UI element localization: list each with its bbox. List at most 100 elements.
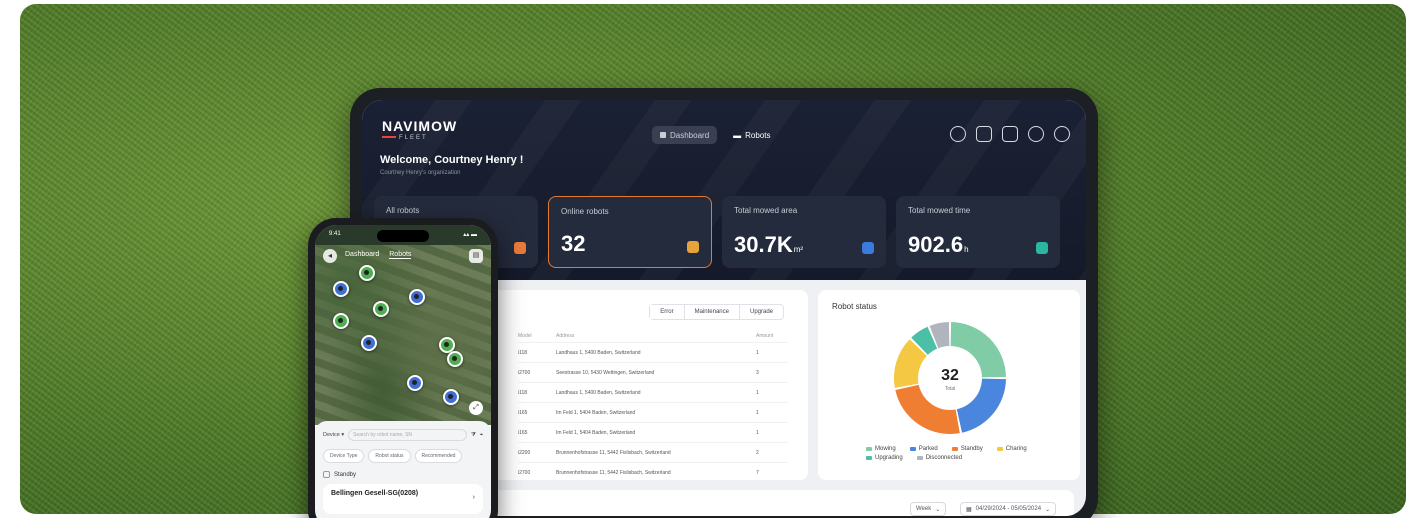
robot-list-sheet: Device ▾ Search by robot name, SN ⧩ ⌖ De… bbox=[315, 421, 491, 518]
table-cell: Landhaus 1, 5400 Baden, Switzerland bbox=[556, 389, 641, 396]
legend-label: Charing bbox=[1005, 446, 1027, 452]
legend-label: Disconnected bbox=[925, 455, 963, 461]
chip-device-type[interactable]: Device Type bbox=[323, 449, 365, 463]
table-cell: 3 bbox=[756, 369, 759, 376]
table-cell: Seestrasse 10, 5430 Wettingen, Switzerla… bbox=[556, 369, 655, 376]
help-icon[interactable] bbox=[1028, 126, 1044, 142]
legend-label: Upgrading bbox=[875, 455, 903, 461]
robot-list-item[interactable]: Bellingen Gesell-SG(0208) › bbox=[323, 484, 483, 514]
calendar-icon[interactable] bbox=[976, 126, 992, 142]
chip-robot-status[interactable]: Robot status bbox=[368, 449, 411, 463]
search-input[interactable]: Search by robot name, SN bbox=[348, 429, 467, 441]
robot-map-pin[interactable] bbox=[361, 335, 377, 351]
legend-item[interactable]: Mowing bbox=[866, 446, 896, 452]
time-stat-icon bbox=[1036, 242, 1048, 254]
package-icon[interactable] bbox=[950, 126, 966, 142]
map-icon[interactable]: ⌖ bbox=[480, 432, 483, 439]
robot-map-pin[interactable] bbox=[443, 389, 459, 405]
period-select[interactable]: Week ⌄ bbox=[910, 502, 947, 516]
robot-name: Bellingen Gesell-SG(0208) bbox=[331, 490, 419, 497]
legend-swatch bbox=[909, 447, 916, 451]
phone-tabs: Dashboard Robots bbox=[345, 251, 412, 259]
message-icon[interactable] bbox=[1002, 126, 1018, 142]
chevron-down-icon: ⌄ bbox=[1045, 506, 1051, 513]
date-range-picker[interactable]: ▦ 04/29/2024 - 05/05/2024 ⌄ bbox=[960, 502, 1057, 516]
legend-item[interactable]: Parked bbox=[909, 446, 938, 452]
filter-upgrade[interactable]: Upgrade bbox=[740, 305, 783, 319]
legend-swatch bbox=[916, 456, 923, 460]
legend-swatch bbox=[996, 447, 1003, 451]
legend-label: Standby bbox=[960, 446, 983, 452]
table-cell: i165 bbox=[518, 409, 528, 416]
status-time: 9:41 bbox=[329, 231, 341, 237]
chevron-right-icon: › bbox=[472, 494, 475, 501]
legend-item[interactable]: Charing bbox=[996, 446, 1027, 452]
stat-mowed-time[interactable]: Total mowed time 902.6h bbox=[896, 196, 1060, 268]
back-icon[interactable]: ◂ bbox=[323, 249, 337, 263]
table-row[interactable]: i2200 Brunnenhofstrasse 11, 5442 Fislisba… bbox=[518, 442, 788, 462]
legend-item[interactable]: Disconnected bbox=[916, 455, 963, 461]
table-row[interactable]: i2700 Brunnenhofstrasse 11, 5442 Fislisba… bbox=[518, 462, 788, 482]
table-cell: i118 bbox=[518, 389, 528, 396]
robot-map-pin[interactable] bbox=[409, 289, 425, 305]
logo-sub-text: FLEET bbox=[399, 135, 428, 141]
robot-icon: ▬ bbox=[733, 130, 742, 140]
donut-total: 32 bbox=[941, 367, 959, 384]
robot-map-pin[interactable] bbox=[333, 281, 349, 297]
robot-map-pin[interactable] bbox=[359, 265, 375, 281]
table-row[interactable]: i165 Im Feld 1, 5404 Baden, Switzerland 1 bbox=[518, 422, 788, 442]
robot-map-pin[interactable] bbox=[447, 351, 463, 367]
table-cell: 2 bbox=[756, 449, 759, 456]
expand-map-icon[interactable]: ⤢ bbox=[469, 401, 483, 415]
logo-text: NAVIMOW bbox=[382, 118, 458, 134]
tab-robots[interactable]: ▬ Robots bbox=[725, 126, 778, 144]
phone-tab-dashboard[interactable]: Dashboard bbox=[345, 251, 379, 259]
legend-swatch bbox=[866, 456, 872, 460]
dashboard-icon bbox=[660, 132, 666, 138]
legend-label: Mowing bbox=[875, 446, 896, 452]
table-row[interactable]: i118 Landhaus 1, 5400 Baden, Switzerland 1 bbox=[518, 382, 788, 402]
table-row[interactable]: i2700 Seestrasse 10, 5430 Wettingen, Swit… bbox=[518, 362, 788, 382]
logo-accent bbox=[382, 136, 396, 139]
table-cell: Landhaus 1, 5400 Baden, Switzerland bbox=[556, 349, 641, 356]
table-cell: i118 bbox=[518, 349, 528, 356]
alert-filter: Error Maintenance Upgrade bbox=[649, 304, 784, 320]
table-cell: 1 bbox=[756, 389, 759, 396]
standby-group[interactable]: Standby bbox=[323, 471, 483, 478]
table-cell: Im Feld 1, 5404 Baden, Switzerland bbox=[556, 409, 636, 416]
table-cell: Brunnenhofstrasse 11, 5442 Fislisbach, S… bbox=[556, 449, 671, 456]
main-nav: Dashboard ▬ Robots bbox=[652, 126, 779, 144]
robot-map-pin[interactable] bbox=[373, 301, 389, 317]
user-icon[interactable] bbox=[1054, 126, 1070, 142]
donut-slice-mowing[interactable] bbox=[950, 322, 1006, 378]
robot-map-pin[interactable] bbox=[407, 375, 423, 391]
organization-name: Courtney Henry's organization bbox=[380, 170, 461, 176]
table-row[interactable]: i118 Landhaus 1, 5400 Baden, Switzerland 1 bbox=[518, 342, 788, 362]
stat-online-robots[interactable]: Online robots 32 bbox=[548, 196, 712, 268]
chip-recommended[interactable]: Recommended bbox=[414, 449, 463, 463]
filter-maintenance[interactable]: Maintenance bbox=[685, 305, 740, 319]
legend-item[interactable]: Standby bbox=[951, 446, 983, 452]
phone-screen: ⤢ 9:41 ▴▴ ▬ ◂ Dashboard Robots ▤ Device … bbox=[315, 225, 491, 518]
menu-icon[interactable]: ▤ bbox=[469, 249, 483, 263]
header-actions bbox=[950, 126, 1070, 142]
calendar-icon: ▦ bbox=[966, 506, 972, 513]
table-row[interactable]: i165 Im Feld 1, 5404 Baden, Switzerland 1 bbox=[518, 402, 788, 422]
robot-map-pin[interactable] bbox=[333, 313, 349, 329]
donut-slice-standby[interactable] bbox=[895, 384, 960, 434]
filter-icon[interactable]: ⧩ bbox=[471, 432, 476, 439]
signal-icon: ▴▴ ▬ bbox=[463, 232, 477, 238]
filter-error[interactable]: Error bbox=[650, 305, 685, 319]
table-cell: 1 bbox=[756, 409, 759, 416]
stat-mowed-area[interactable]: Total mowed area 30.7Km² bbox=[722, 196, 886, 268]
standby-checkbox[interactable] bbox=[323, 471, 330, 478]
phone-tab-robots[interactable]: Robots bbox=[389, 251, 412, 259]
legend-item[interactable]: Upgrading bbox=[866, 455, 903, 461]
robot-status-panel: Robot status 32 Total Mowing Parked Standb… bbox=[818, 290, 1080, 480]
device-dropdown[interactable]: Device ▾ bbox=[323, 432, 344, 438]
robot-status-title: Robot status bbox=[832, 302, 877, 311]
tab-dashboard[interactable]: Dashboard bbox=[652, 126, 718, 144]
navimow-logo[interactable]: NAVIMOW FLEET bbox=[382, 118, 457, 141]
donut-slice-parked[interactable] bbox=[956, 378, 1006, 433]
area-stat-icon bbox=[862, 242, 874, 254]
